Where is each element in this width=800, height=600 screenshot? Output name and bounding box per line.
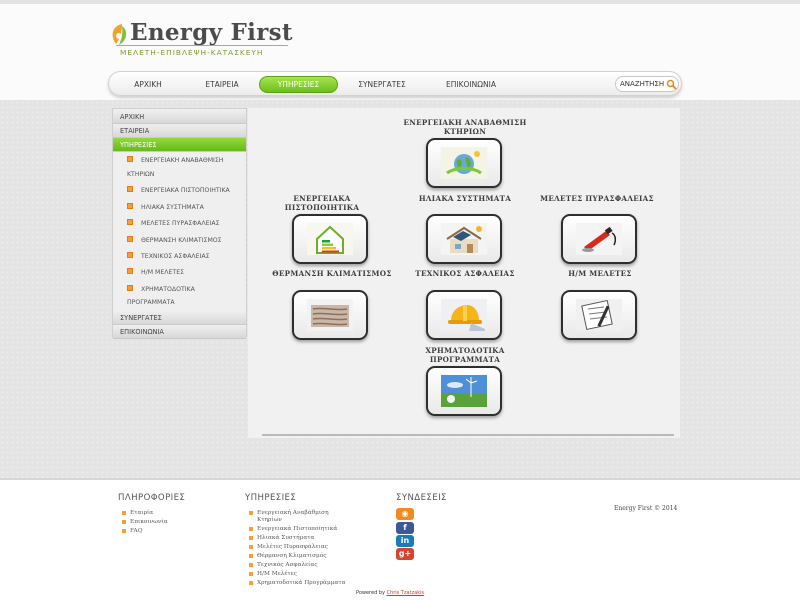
service-label-funding: ΧΡΗΜΑΤΟΔΟΤΙΚΑ ΠΡΟΓΡΑΜΜΑΤΑ [425, 346, 505, 364]
service-tile-certificates[interactable] [292, 214, 368, 264]
powered-by: Powered by Chris Tzatzakis [356, 590, 425, 596]
blueprint-icon [576, 299, 622, 331]
nav-contact[interactable]: ΕΠΙΚΟΙΝΩΝΙΑ [429, 76, 513, 93]
nav-services[interactable]: ΥΠΗΡΕΣΙΕΣ [259, 76, 338, 93]
bullet-icon [127, 268, 133, 274]
footer-link-service[interactable]: Χρηματοδοτικά Προγράμματα [249, 580, 346, 586]
bullet-icon [122, 528, 126, 533]
service-label-heating: ΘΕΡΜΑΝΣΗ ΚΛΙΜΑΤΙΣΜΟΣ [272, 269, 392, 278]
service-tile-solar[interactable] [426, 214, 502, 264]
service-label-solar: ΗΛΙΑΚΑ ΣΥΣΤΗΜΑΤΑ [418, 194, 512, 203]
main-nav: ΑΡΧΙΚΗ ΕΤΑΙΡΕΙΑ ΥΠΗΡΕΣΙΕΣ ΣΥΝΕΡΓΑΤΕΣ ΕΠΙ… [108, 71, 682, 96]
sidebar-subitem-safety-tech[interactable]: ΤΕΧΝΙΚΟΣ ΑΣΦΑΛΕΙΑΣ [127, 249, 246, 265]
bullet-icon [249, 553, 253, 558]
author-link[interactable]: Chris Tzatzakis [387, 590, 425, 596]
footer-link-contact[interactable]: Επικοινωνία [122, 519, 168, 525]
sidebar-subitem-solar[interactable]: ΗΛΙΑΚΑ ΣΥΣΤΗΜΑΤΑ [127, 200, 246, 216]
floor-heating-icon [307, 299, 353, 331]
wind-turbines-icon [441, 375, 487, 407]
sidebar-subitem-funding[interactable]: ΧΡΗΜΑΤΟΔΟΤΙΚΑ [127, 282, 246, 298]
bullet-icon [122, 519, 126, 524]
rss-icon[interactable]: ◉ [396, 508, 414, 520]
bullet-icon [249, 571, 253, 576]
nav-partners[interactable]: ΣΥΝΕΡΓΑΤΕΣ [345, 76, 419, 93]
sidebar-item-company[interactable]: ΕΤΑΙΡΕΙΑ [113, 124, 246, 138]
footer-link-service[interactable]: Θέρμανση Κλιματισμός [249, 553, 327, 559]
service-label-energy-upgrade: ΕΝΕΡΓΕΙΑΚΗ ΑΝΑΒΑΘΜΙΣΗ ΚΤΗΡΙΩΝ [403, 118, 527, 136]
footer-services-title: ΥΠΗΡΕΣΙΕΣ [245, 493, 297, 503]
sidebar-subitem-certificates[interactable]: ΕΝΕΡΓΕΙΑΚΑ ΠΙΣΤΟΠΟΙΗΤΙΚΑ [127, 183, 246, 199]
bullet-icon [127, 285, 133, 291]
logo-divider [116, 45, 288, 46]
content-divider [262, 434, 674, 436]
bullet-icon [249, 544, 253, 549]
fire-extinguisher-icon [576, 223, 622, 255]
bullet-icon [127, 219, 133, 225]
bullet-icon [122, 510, 126, 515]
service-label-em-studies: Η/Μ ΜΕΛΕΤΕΣ [568, 269, 632, 278]
bullet-icon [249, 580, 253, 585]
globe-icon [441, 147, 487, 179]
nav-home[interactable]: ΑΡΧΙΚΗ [119, 76, 177, 93]
service-tile-safety-tech[interactable] [426, 290, 502, 340]
copyright: Energy First © 2014 [614, 505, 678, 512]
search-icon[interactable] [666, 79, 677, 90]
bullet-icon [249, 535, 253, 540]
footer-divider [0, 478, 800, 480]
footer-link-faq[interactable]: FAQ [122, 528, 142, 534]
bullet-icon [249, 526, 253, 531]
sidebar: ΑΡΧΙΚΗ ΕΤΑΙΡΕΙΑ ΥΠΗΡΕΣΙΕΣ ΕΝΕΡΓΕΙΑΚΗ ΑΝΑ… [112, 108, 247, 339]
bullet-icon [127, 236, 133, 242]
google-plus-icon[interactable]: g+ [396, 548, 414, 560]
sidebar-subitem-wrap: ΚΤΗΡΙΩΝ [127, 171, 155, 178]
service-tile-heating[interactable] [292, 290, 368, 340]
sidebar-subitem-wrap: ΠΡΟΓΡΑΜΜΑΤΑ [127, 299, 175, 306]
sidebar-subitem-heating[interactable]: ΘΕΡΜΑΝΣΗ ΚΛΙΜΑΤΙΣΜΟΣ [127, 233, 246, 249]
service-tile-fire-safety[interactable] [561, 214, 637, 264]
bullet-icon [127, 252, 133, 258]
linkedin-icon[interactable]: in [396, 535, 414, 547]
footer-link-service[interactable]: Ηλιακά Συστήματα [249, 535, 314, 541]
energy-house-icon [307, 223, 353, 255]
footer-link-service[interactable]: Μελέτες Πυρασφάλειας [249, 544, 328, 550]
bullet-icon [249, 510, 253, 515]
bullet-icon [127, 156, 133, 162]
sidebar-item-partners[interactable]: ΣΥΝΕΡΓΑΤΕΣ [113, 311, 246, 325]
service-tile-energy-upgrade[interactable] [426, 138, 502, 188]
bullet-icon [127, 186, 133, 192]
footer-links-title: ΣΥΝΔΕΣΕΙΣ [396, 493, 447, 503]
logo-title: Energy First [130, 19, 293, 46]
footer-link-service[interactable]: Η/Μ Μελέτες [249, 571, 297, 577]
footer-link-service[interactable]: Ενεργειακά Πιστοποιητικά [249, 526, 337, 532]
search-box [615, 76, 679, 92]
sidebar-item-home[interactable]: ΑΡΧΙΚΗ [113, 110, 246, 124]
service-label-certificates: ΕΝΕΡΓΕΙΑΚΑ ΠΙΣΤΟΠΟΙΗΤΙΚΑ [284, 194, 360, 212]
sidebar-subitem-em-studies[interactable]: Η/Μ ΜΕΛΕΤΕΣ [127, 265, 246, 281]
footer-link-service-wrap[interactable]: Κτηρίων [257, 517, 282, 523]
logo-subtitle: ΜΕΛΕΤΗ-ΕΠΙΒΛΕΨΗ-ΚΑΤΑΣΚΕΥΗ [120, 48, 264, 57]
service-tile-funding[interactable] [426, 366, 502, 416]
hard-hat-icon [441, 299, 487, 331]
footer-info-title: ΠΛΗΡΟΦΟΡΙΕΣ [118, 493, 186, 503]
footer-link-service[interactable]: Ενεργειακή Αναβάθμιση [249, 510, 329, 516]
bullet-icon [249, 562, 253, 567]
sidebar-item-services[interactable]: ΥΠΗΡΕΣΙΕΣ [113, 138, 246, 152]
sidebar-item-contact[interactable]: ΕΠΙΚΟΙΝΩΝΙΑ [113, 325, 246, 339]
facebook-icon[interactable]: f [396, 522, 414, 534]
service-label-safety-tech: ΤΕΧΝΙΚΟΣ ΑΣΦΑΛΕΙΑΣ [415, 269, 515, 278]
site-logo[interactable]: Energy First ΜΕΛΕΤΗ-ΕΠΙΒΛΕΨΗ-ΚΑΤΑΣΚΕΥΗ [108, 18, 293, 58]
nav-company[interactable]: ΕΤΑΙΡΕΙΑ [191, 76, 253, 93]
footer-link-company[interactable]: Εταιρία [122, 510, 153, 516]
solar-house-icon [441, 223, 487, 255]
service-tile-em-studies[interactable] [561, 290, 637, 340]
footer-link-service[interactable]: Τεχνικός Ασφαλείας [249, 562, 318, 568]
service-label-fire-safety: ΜΕΛΕΤΕΣ ΠΥΡΑΣΦΑΛΕΙΑΣ [540, 194, 654, 203]
bullet-icon [127, 203, 133, 209]
sidebar-subitem-fire-safety[interactable]: ΜΕΛΕΤΕΣ ΠΥΡΑΣΦΑΛΕΙΑΣ [127, 216, 246, 232]
search-input[interactable] [620, 78, 664, 90]
sidebar-subitem-energy-upgrade[interactable]: ΕΝΕΡΓΕΙΑΚΗ ΑΝΑΒΑΘΜΙΣΗ [127, 153, 246, 169]
